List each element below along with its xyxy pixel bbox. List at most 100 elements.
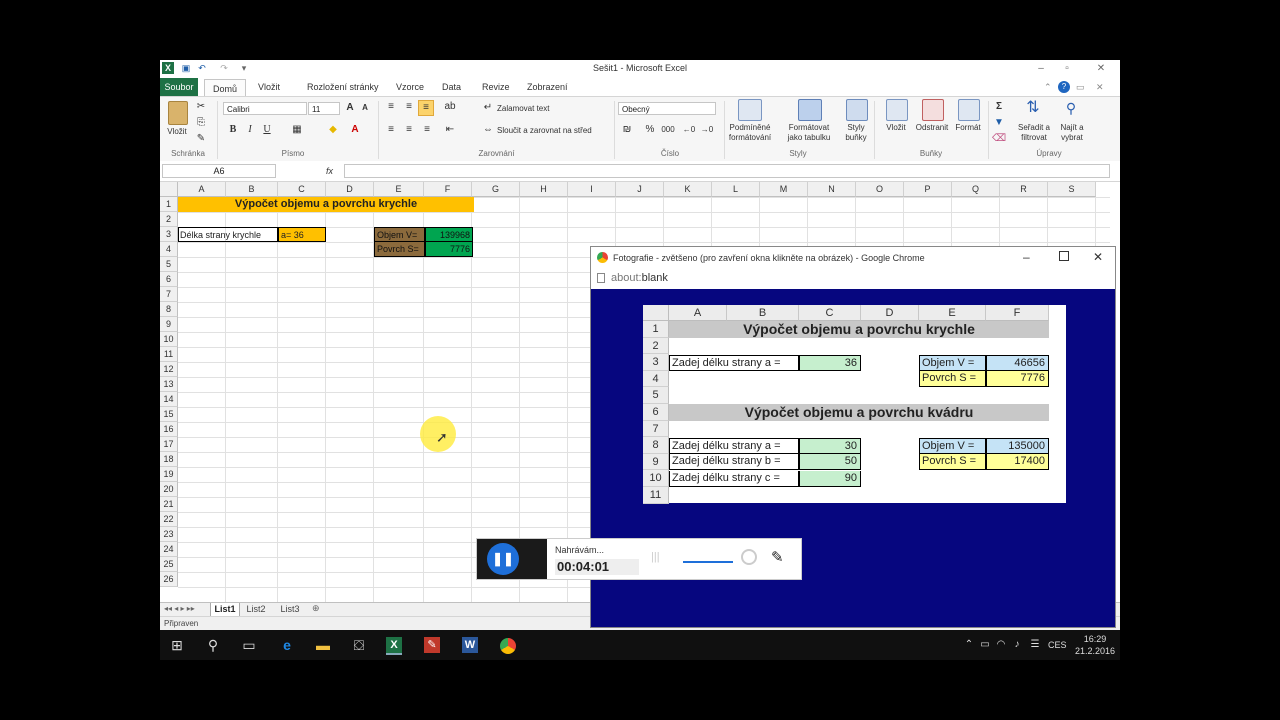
- row-header[interactable]: 24: [160, 542, 178, 557]
- row-header[interactable]: 16: [160, 422, 178, 437]
- clock[interactable]: 16:29 21.2.2016: [1072, 633, 1118, 657]
- format-cells-icon[interactable]: [958, 99, 980, 121]
- align-left-icon[interactable]: ≡: [384, 123, 398, 137]
- chrome-taskbar-icon[interactable]: [500, 638, 516, 654]
- copy-icon[interactable]: ⎘: [194, 116, 208, 130]
- row-header[interactable]: 1: [160, 197, 178, 212]
- percent-button[interactable]: %: [643, 123, 657, 137]
- increase-decimal-icon[interactable]: ←0: [682, 123, 696, 137]
- formula-input[interactable]: [344, 164, 1110, 178]
- align-top-icon[interactable]: ≡: [384, 100, 398, 114]
- help-icon[interactable]: ?: [1058, 81, 1070, 93]
- paste-button[interactable]: Vložit: [162, 127, 192, 137]
- row-header[interactable]: 5: [160, 257, 178, 272]
- file-explorer-icon[interactable]: ▬: [312, 634, 334, 656]
- format-cells-button[interactable]: Formát: [952, 123, 984, 133]
- minimize-icon[interactable]: –: [1030, 62, 1052, 76]
- column-header[interactable]: R: [1000, 182, 1048, 197]
- chrome-close-icon[interactable]: ✕: [1093, 250, 1103, 264]
- orientation-icon[interactable]: ab: [443, 100, 457, 114]
- fill-color-icon[interactable]: ◆: [326, 123, 340, 137]
- cell-styles-icon[interactable]: [846, 99, 868, 121]
- underline-icon[interactable]: U: [260, 123, 274, 137]
- column-header[interactable]: N: [808, 182, 856, 197]
- font-color-icon[interactable]: A: [348, 123, 362, 137]
- sheet-tab-list2[interactable]: List2: [242, 603, 270, 616]
- column-header[interactable]: G: [472, 182, 520, 197]
- row-header[interactable]: 23: [160, 527, 178, 542]
- close-workbook-icon[interactable]: ✕: [1096, 78, 1104, 96]
- row-header[interactable]: 25: [160, 557, 178, 572]
- currency-icon[interactable]: ₪: [620, 123, 634, 137]
- column-header[interactable]: F: [424, 182, 472, 197]
- column-header[interactable]: L: [712, 182, 760, 197]
- fill-icon[interactable]: ▼: [992, 116, 1006, 130]
- select-all-corner[interactable]: [160, 182, 178, 197]
- row-header[interactable]: 10: [160, 332, 178, 347]
- side-value-cell[interactable]: a= 36: [278, 227, 326, 242]
- sort-filter-button[interactable]: Seřadit a filtrovat: [1012, 123, 1056, 143]
- row-header[interactable]: 17: [160, 437, 178, 452]
- column-header[interactable]: K: [664, 182, 712, 197]
- notifications-icon[interactable]: ☰: [1024, 634, 1046, 656]
- decrease-decimal-icon[interactable]: →0: [700, 123, 714, 137]
- delete-cells-button[interactable]: Odstranit: [912, 123, 952, 133]
- font-name-box[interactable]: Calibri: [223, 102, 307, 115]
- restore-workbook-icon[interactable]: ▭: [1076, 78, 1085, 96]
- sheet-tab-list1[interactable]: List1: [210, 603, 240, 617]
- format-as-table-button[interactable]: Formátovat jako tabulku: [780, 123, 838, 143]
- tab-data[interactable]: Data: [442, 78, 461, 96]
- column-header[interactable]: A: [178, 182, 226, 197]
- enlarged-spreadsheet-image[interactable]: ABCDEF 1 2 3 4 5 6 7 8 9 10 11 Výpočet objemu a po…: [643, 305, 1066, 504]
- sheet-tab-list3[interactable]: List3: [276, 603, 304, 616]
- cut-icon[interactable]: ✂: [194, 100, 208, 114]
- tab-home[interactable]: Domů: [204, 79, 246, 97]
- maximize-icon[interactable]: ▫: [1056, 62, 1078, 76]
- volume-value-cell[interactable]: 139968: [425, 227, 473, 242]
- column-header[interactable]: C: [278, 182, 326, 197]
- align-center-icon[interactable]: ≡: [402, 123, 416, 137]
- insert-function-icon[interactable]: fx: [326, 164, 340, 178]
- row-header[interactable]: 12: [160, 362, 178, 377]
- column-header[interactable]: H: [520, 182, 568, 197]
- row-header[interactable]: 11: [160, 347, 178, 362]
- tab-formulas[interactable]: Vzorce: [396, 78, 424, 96]
- column-header[interactable]: D: [326, 182, 374, 197]
- find-select-button[interactable]: Najít a vybrat: [1054, 123, 1090, 143]
- row-header[interactable]: 2: [160, 212, 178, 227]
- delete-cells-icon[interactable]: [922, 99, 944, 121]
- conditional-formatting-icon[interactable]: [738, 99, 762, 121]
- row-header[interactable]: 18: [160, 452, 178, 467]
- column-header[interactable]: P: [904, 182, 952, 197]
- row-header[interactable]: 9: [160, 317, 178, 332]
- row-header[interactable]: 3: [160, 227, 178, 242]
- indent-icon[interactable]: ⇤: [443, 123, 457, 137]
- bold-icon[interactable]: B: [226, 123, 240, 137]
- insert-cells-button[interactable]: Vložit: [878, 123, 914, 133]
- grow-font-icon[interactable]: A: [343, 101, 357, 115]
- column-header[interactable]: O: [856, 182, 904, 197]
- edge-icon[interactable]: e: [276, 634, 298, 656]
- insert-cells-icon[interactable]: [886, 99, 908, 121]
- webcam-icon[interactable]: [741, 549, 757, 565]
- align-right-icon[interactable]: ≡: [420, 123, 434, 137]
- word-taskbar-icon[interactable]: W: [462, 637, 478, 653]
- font-size-box[interactable]: 11: [308, 102, 340, 115]
- merge-center-icon[interactable]: ⇔: [481, 123, 495, 137]
- format-as-table-icon[interactable]: [798, 99, 822, 121]
- wrap-text-button[interactable]: Zalamovat text: [497, 104, 549, 114]
- row-header[interactable]: 21: [160, 497, 178, 512]
- column-header[interactable]: Q: [952, 182, 1000, 197]
- tab-file[interactable]: Soubor: [160, 78, 198, 96]
- new-sheet-icon[interactable]: ⊕: [312, 603, 320, 614]
- name-box[interactable]: A6: [162, 164, 276, 178]
- thousands-button[interactable]: 000: [659, 123, 677, 137]
- format-painter-icon[interactable]: ✎: [194, 132, 208, 146]
- surface-value-cell[interactable]: 7776: [425, 242, 473, 257]
- number-format-box[interactable]: Obecný: [618, 102, 716, 115]
- tab-view[interactable]: Zobrazení: [527, 78, 568, 96]
- merge-center-button[interactable]: Sloučit a zarovnat na střed: [497, 126, 592, 136]
- sort-filter-icon[interactable]: ⇅: [1022, 100, 1044, 121]
- chrome-minimize-icon[interactable]: –: [1023, 250, 1030, 264]
- align-middle-icon[interactable]: ≡: [402, 100, 416, 114]
